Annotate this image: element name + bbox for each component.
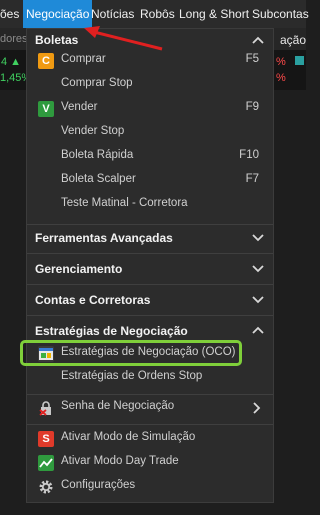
menu-item-estrategias-stop[interactable]: Estratégias de Ordens Stop bbox=[35, 367, 265, 389]
menu-item-comprar-stop[interactable]: Comprar Stop bbox=[35, 74, 265, 96]
section-estrategias-header[interactable]: Estratégias de Negociação bbox=[35, 324, 188, 338]
toolbar-right-text: ação bbox=[280, 33, 307, 47]
comprar-shortcut: F5 bbox=[245, 53, 259, 65]
annotation-arrow-icon bbox=[84, 26, 163, 51]
vender-label: Vender bbox=[61, 101, 98, 113]
negociacao-dropdown: Boletas C Comprar F5 Comprar Stop V Vend… bbox=[26, 28, 274, 503]
menu-item-boleta-rapida[interactable]: Boleta Rápida F10 bbox=[35, 146, 265, 168]
comprar-icon: C bbox=[38, 53, 54, 69]
configuracoes-label: Configurações bbox=[61, 479, 136, 491]
boleta-scalper-shortcut: F7 bbox=[245, 173, 259, 185]
chevron-down-icon[interactable] bbox=[251, 230, 265, 244]
menu-item-vender-stop[interactable]: Vender Stop bbox=[35, 122, 265, 144]
divider bbox=[27, 424, 273, 425]
chevron-up-icon[interactable] bbox=[251, 323, 265, 337]
menu-item-teste-matinal[interactable]: Teste Matinal - Corretora bbox=[35, 194, 265, 216]
menu-opcoes[interactable]: ões bbox=[0, 0, 19, 28]
simulacao-icon: S bbox=[38, 431, 54, 447]
divider bbox=[27, 284, 273, 285]
day-trade-chart-icon bbox=[38, 455, 54, 471]
divider bbox=[27, 253, 273, 254]
divider bbox=[27, 394, 273, 395]
ticker-left-top: 4 ▲ bbox=[1, 56, 22, 68]
menu-item-day-trade[interactable]: Ativar Modo Day Trade bbox=[35, 452, 265, 474]
comprar-stop-label: Comprar Stop bbox=[61, 77, 133, 89]
vender-stop-label: Vender Stop bbox=[61, 125, 125, 137]
highlight-box bbox=[20, 340, 242, 366]
menu-item-vender[interactable]: V Vender F9 bbox=[35, 98, 265, 120]
chevron-down-icon[interactable] bbox=[251, 261, 265, 275]
section-contas-header[interactable]: Contas e Corretoras bbox=[35, 293, 150, 307]
toolbar-left-text: dores bbox=[0, 33, 28, 45]
menu-item-simulacao[interactable]: S Ativar Modo de Simulação bbox=[35, 428, 265, 450]
chevron-down-icon[interactable] bbox=[251, 292, 265, 306]
divider bbox=[27, 224, 273, 225]
lock-icon bbox=[38, 400, 54, 416]
section-gerenciamento-header[interactable]: Gerenciamento bbox=[35, 262, 122, 276]
boleta-rapida-shortcut: F10 bbox=[239, 149, 259, 161]
divider bbox=[27, 315, 273, 316]
menu-item-configuracoes[interactable]: Configurações bbox=[35, 476, 265, 498]
day-trade-label: Ativar Modo Day Trade bbox=[61, 455, 179, 467]
vender-icon: V bbox=[38, 101, 54, 117]
chevron-right-icon bbox=[253, 402, 261, 414]
section-ferramentas-header[interactable]: Ferramentas Avançadas bbox=[35, 231, 173, 245]
ticker-right-bottom: % bbox=[276, 72, 286, 84]
vender-shortcut: F9 bbox=[245, 101, 259, 113]
menu-subcontas[interactable]: Subcontas bbox=[252, 0, 309, 28]
menu-item-senha[interactable]: Senha de Negociação bbox=[35, 397, 265, 419]
ticker-right-top: % bbox=[276, 56, 286, 68]
menu-long-short[interactable]: Long & Short bbox=[179, 0, 249, 28]
boleta-rapida-label: Boleta Rápida bbox=[61, 149, 134, 161]
gear-icon bbox=[38, 479, 54, 495]
estrategias-stop-label: Estratégias de Ordens Stop bbox=[61, 370, 203, 382]
chevron-up-icon[interactable] bbox=[251, 33, 265, 47]
ticker-marker-icon bbox=[295, 56, 304, 65]
teste-matinal-label: Teste Matinal - Corretora bbox=[61, 197, 188, 209]
senha-label: Senha de Negociação bbox=[61, 400, 175, 412]
menu-item-boleta-scalper[interactable]: Boleta Scalper F7 bbox=[35, 170, 265, 192]
simulacao-label: Ativar Modo de Simulação bbox=[61, 431, 196, 443]
boleta-scalper-label: Boleta Scalper bbox=[61, 173, 136, 185]
